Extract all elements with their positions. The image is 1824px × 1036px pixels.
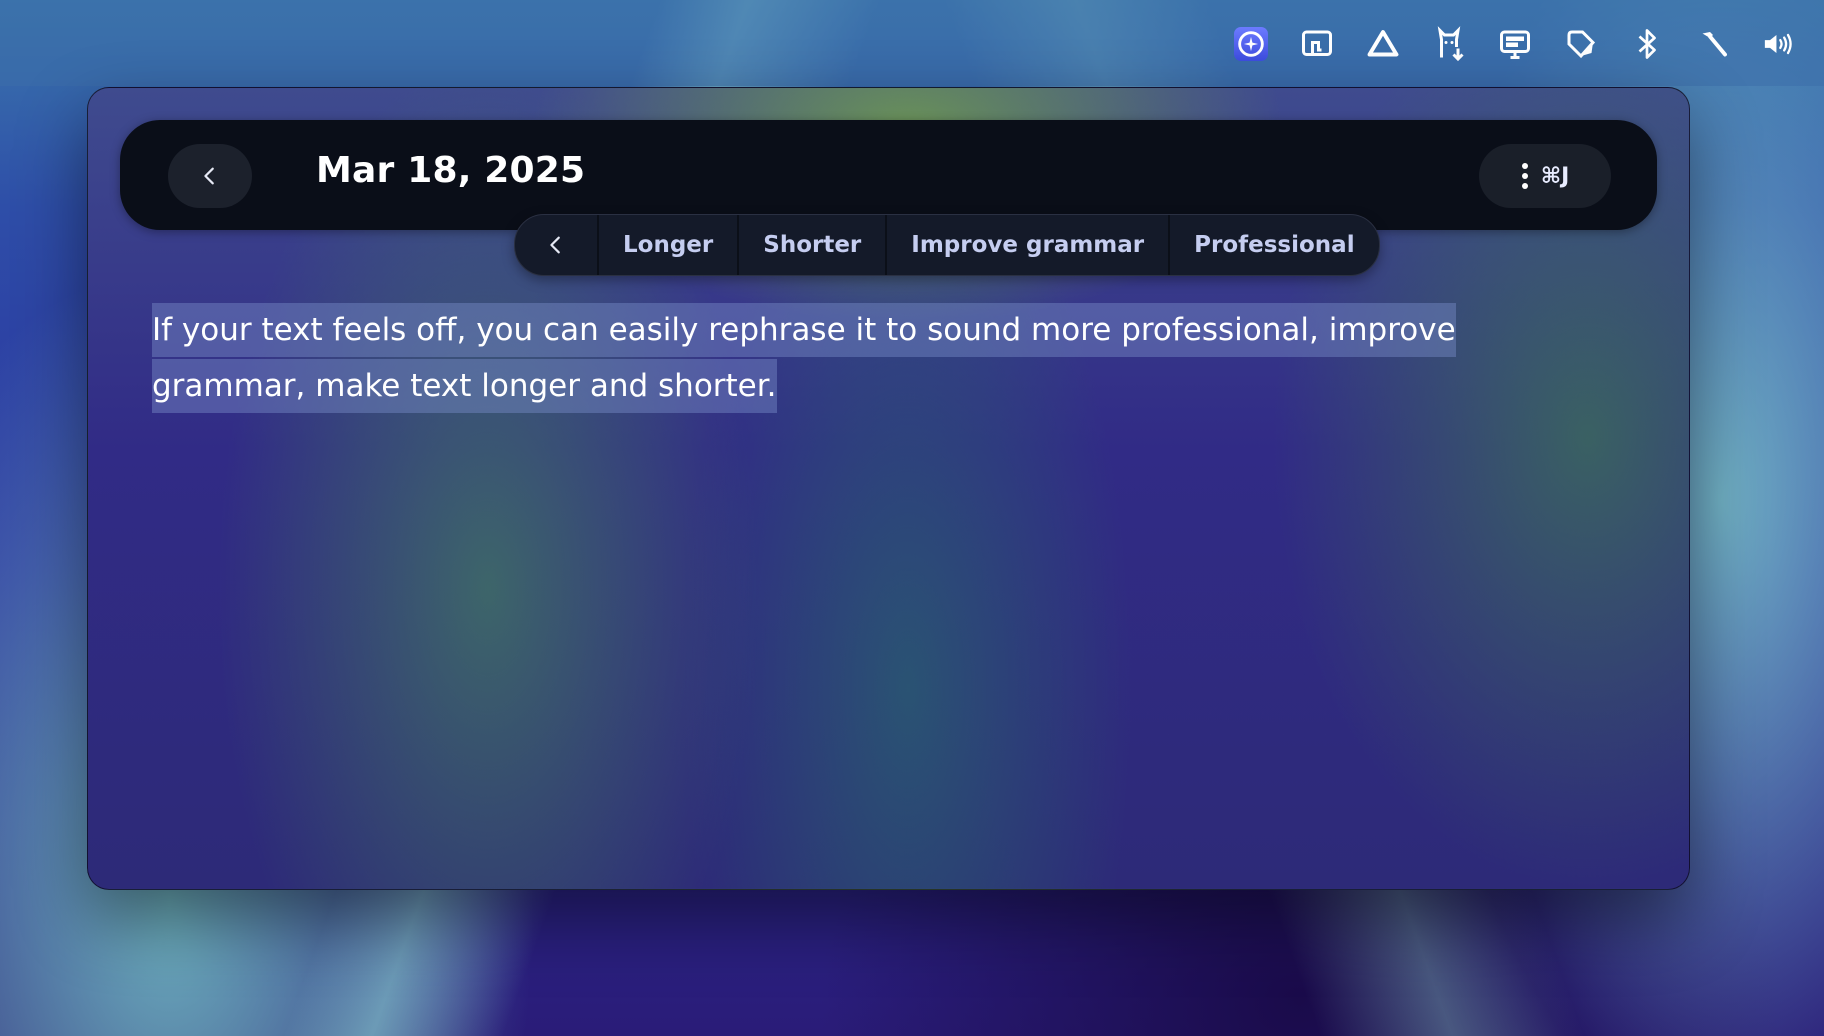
- toolbar-back-button[interactable]: [515, 215, 597, 275]
- screen-share-icon[interactable]: [1284, 22, 1350, 66]
- app-window: Mar 18, 2025 ⌘J Longer Shorter Improve g…: [87, 87, 1690, 890]
- menu-bar: [0, 0, 1824, 86]
- selected-text[interactable]: If your text feels off, you can easily r…: [152, 303, 1456, 413]
- text-editor[interactable]: If your text feels off, you can easily r…: [152, 302, 1582, 414]
- vertical-dots-icon: [1521, 163, 1528, 189]
- llama-download-icon[interactable]: [1416, 22, 1482, 66]
- hammer-icon[interactable]: [1680, 22, 1746, 66]
- improve-grammar-button[interactable]: Improve grammar: [885, 215, 1168, 275]
- back-button[interactable]: [168, 144, 252, 208]
- volume-icon[interactable]: [1746, 22, 1812, 66]
- more-options-button[interactable]: ⌘J: [1479, 144, 1611, 208]
- longer-button[interactable]: Longer: [597, 215, 737, 275]
- shorter-button[interactable]: Shorter: [737, 215, 885, 275]
- display-icon[interactable]: [1482, 22, 1548, 66]
- page-title: Mar 18, 2025: [316, 150, 586, 191]
- tag-icon[interactable]: [1548, 22, 1614, 66]
- shortcut-label: ⌘J: [1540, 163, 1570, 189]
- chevron-left-icon: [550, 236, 560, 254]
- rephrase-toolbar: Longer Shorter Improve grammar Professio…: [514, 214, 1380, 276]
- professional-button[interactable]: Professional: [1168, 215, 1378, 275]
- status-tray: [1218, 22, 1812, 66]
- chevron-left-icon: [204, 167, 214, 185]
- drive-icon[interactable]: [1350, 22, 1416, 66]
- bluetooth-icon[interactable]: [1614, 22, 1680, 66]
- ai-assistant-icon[interactable]: [1218, 22, 1284, 66]
